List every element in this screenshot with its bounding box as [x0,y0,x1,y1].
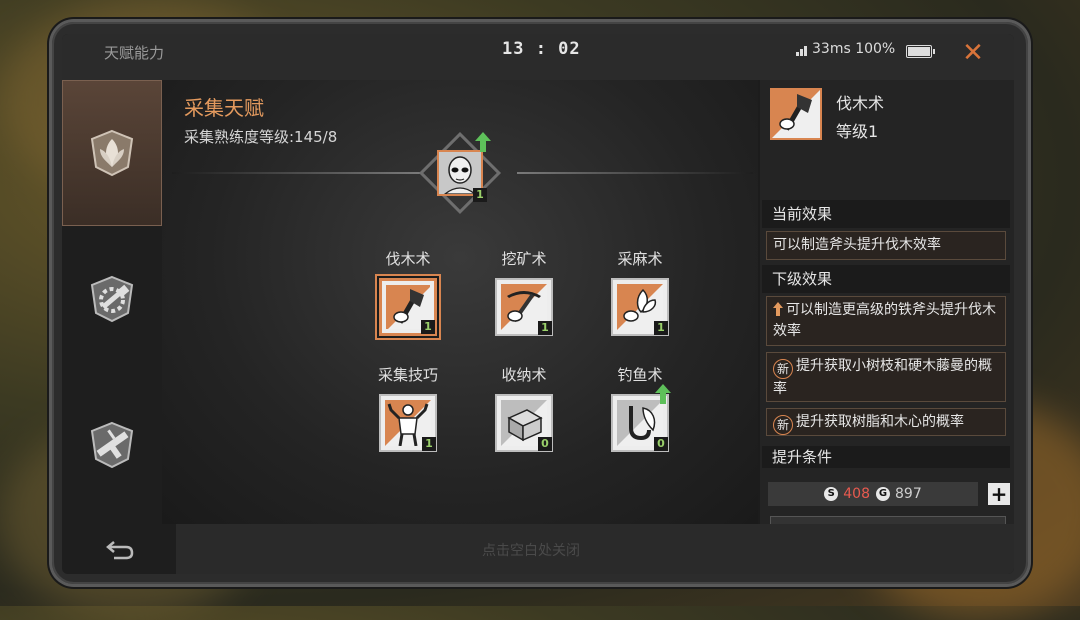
level-badge: 1 [473,188,487,202]
axe-icon: 1 [379,278,437,336]
talent-tree-panel: 采集天赋 采集熟练度等级:145/8 1 伐木术 1 挖矿术 1 采麻术 1 采… [162,80,758,552]
talent-category-sidebar [62,80,162,524]
level-badge: 1 [422,437,436,451]
level-badge: 1 [654,321,668,335]
divider [172,172,420,174]
tab-crafting[interactable] [62,226,162,372]
level-badge: 1 [421,320,435,334]
new-badge: 新 [773,415,793,435]
next-effect-text: 提升获取树脂和木心的概率 [796,414,964,430]
skill-name: 采麻术 [617,250,663,268]
talent-window: 天赋能力 13 : 02 33ms 100% ✕ 采集天赋 采集熟练度等级:14… [62,34,1014,574]
requirement-header: 提升条件 [762,446,1010,468]
upgrade-cost: S 408 G 897 [768,482,978,506]
new-badge: 新 [773,359,793,379]
current-effect-text: 可以制造斧头提升伐木效率 [766,231,1006,260]
pickaxe-icon: 1 [495,278,553,336]
rifle-emblem-icon [90,421,134,469]
tab-gathering[interactable] [62,80,162,226]
close-hint: 点击空白处关闭 [482,543,580,559]
next-effect-item: 可以制造更高级的铁斧头提升伐木效率 [766,296,1006,346]
skill-woodcutting[interactable]: 伐木术 1 [373,248,443,336]
next-effect-text: 可以制造更高级的铁斧头提升伐木效率 [773,302,996,339]
skill-mining[interactable]: 挖矿术 1 [489,248,559,336]
clock: 13 : 02 [502,39,581,59]
back-arrow-icon [106,541,134,560]
network-status: 33ms 100% [812,41,896,57]
upgrade-arrow-icon [655,384,671,404]
plant-icon: 1 [611,278,669,336]
skill-level: 等级1 [836,122,879,141]
tab-combat[interactable] [62,372,162,518]
skill-name: 收纳术 [501,366,547,384]
divider [517,172,753,174]
next-effect-item: 新提升获取树脂和木心的概率 [766,408,1006,436]
level-badge: 1 [538,321,552,335]
skill-storage[interactable]: 收纳术 0 [489,364,559,452]
gold-coin-icon: G [876,487,890,501]
battery-icon [906,45,935,58]
leaf-shield-emblem-icon [90,129,134,177]
skill-name: 钓鱼术 [617,366,663,384]
signal-icon [796,46,810,56]
next-effect-text: 提升获取小树枝和硬木藤曼的概率 [773,358,992,397]
skill-detail-panel: 伐木术 等级1 当前效果 可以制造斧头提升伐木效率 下级效果 可以制造更高级的铁… [760,80,1014,556]
skill-title: 伐木术 [836,94,885,113]
close-button[interactable]: ✕ [956,36,990,70]
gear-hammer-emblem-icon [90,275,134,323]
muscle-man-icon: 1 [379,394,437,452]
upgrade-arrow-icon [475,132,491,152]
back-button[interactable] [62,524,176,574]
next-effect-item: 新提升获取小树枝和硬木藤曼的概率 [766,352,1006,402]
silver-cost: 408 [843,486,870,502]
skill-fishing[interactable]: 钓鱼术 0 [605,364,675,452]
level-badge: 0 [538,437,552,451]
upgrade-arrow-icon [773,302,783,316]
bottom-bar[interactable]: 点击空白处关闭 [62,524,1014,574]
add-currency-button[interactable]: + [988,483,1010,505]
core-talent-badge[interactable]: 1 [418,131,502,215]
current-effect-header: 当前效果 [762,200,1010,228]
gold-cost: 897 [895,486,922,502]
window-title: 天赋能力 [104,44,165,62]
axe-icon [770,88,822,140]
level-badge: 0 [654,437,668,451]
skill-gathering-technique[interactable]: 采集技巧 1 [373,364,443,452]
skill-name: 挖矿术 [501,250,547,268]
box-icon: 0 [495,394,553,452]
status-bar: 天赋能力 13 : 02 33ms 100% ✕ [62,34,1014,80]
section-title: 采集天赋 [184,96,264,120]
skill-name: 伐木术 [385,250,431,268]
proficiency-level: 采集熟练度等级:145/8 [184,128,338,146]
next-effect-header: 下级效果 [762,265,1010,293]
silver-coin-icon: S [824,487,839,501]
skill-name: 采集技巧 [377,366,438,384]
skill-hemp-gathering[interactable]: 采麻术 1 [605,248,675,336]
